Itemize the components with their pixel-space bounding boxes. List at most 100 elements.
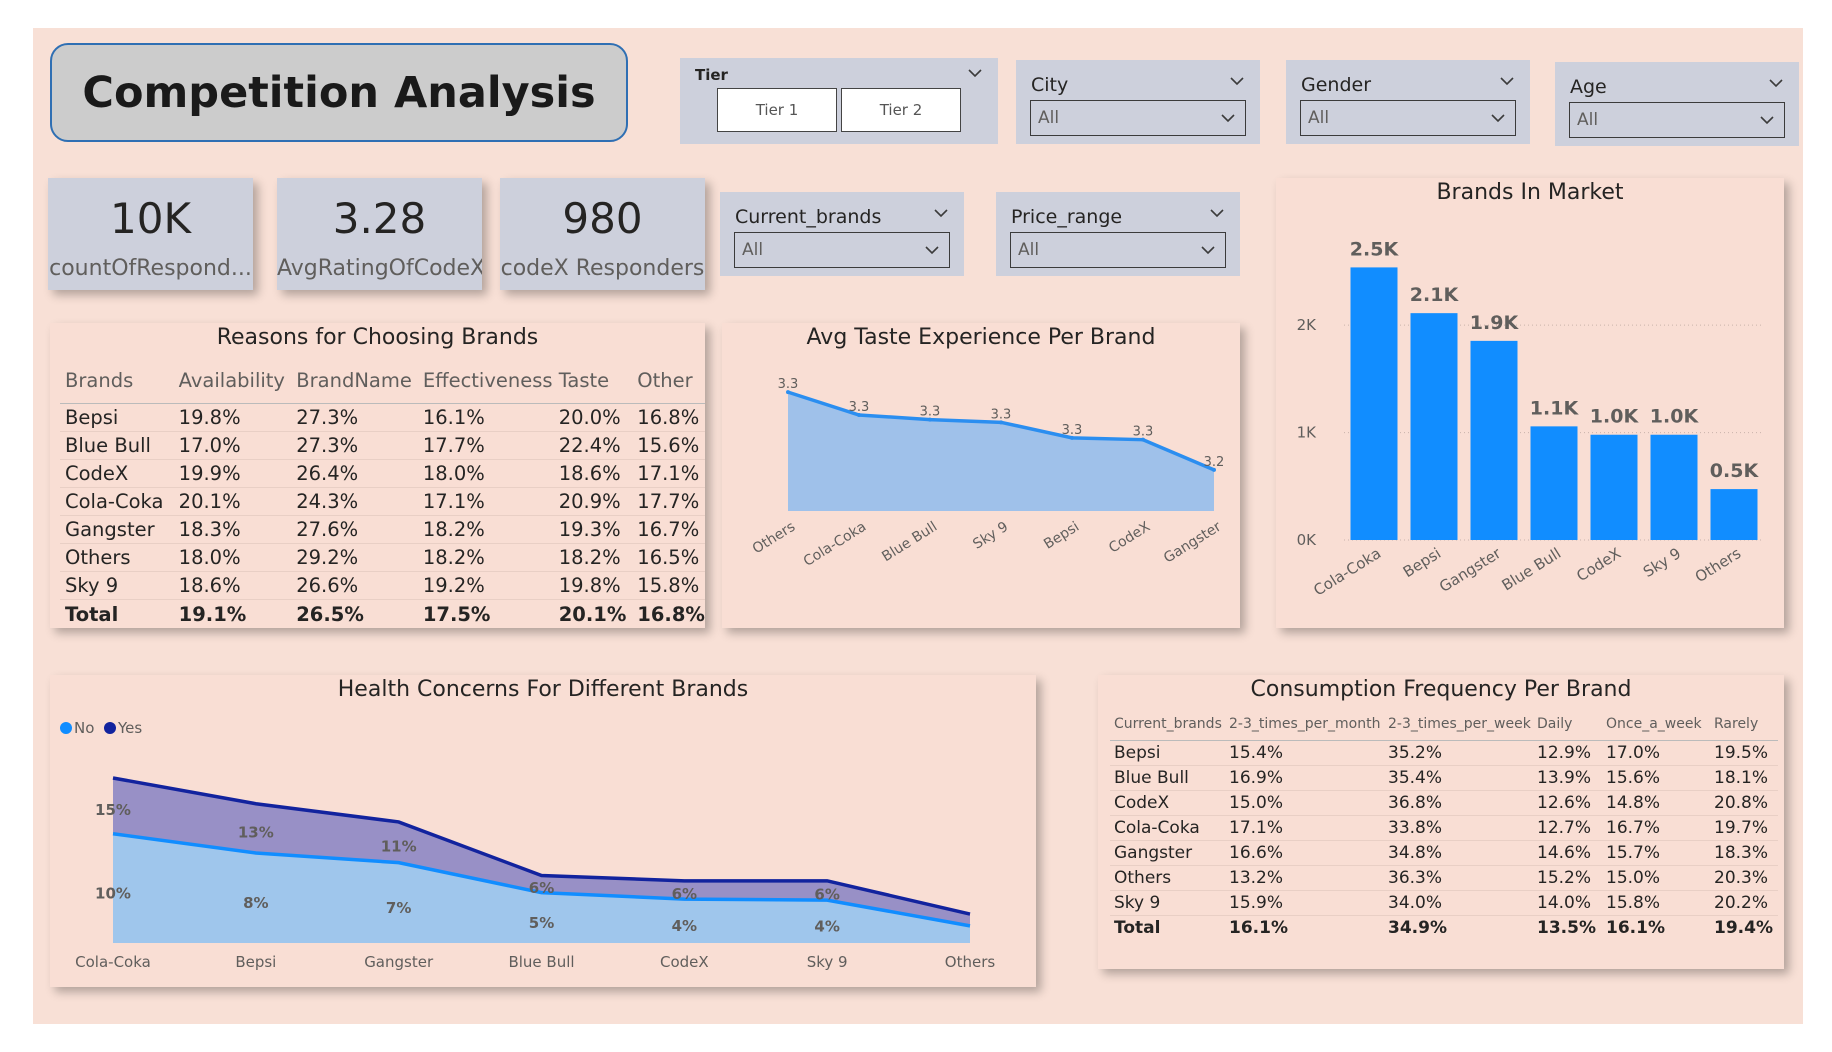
chevron-down-icon[interactable] [1228,72,1246,90]
x-tick-label: Others [750,519,798,557]
table-row[interactable]: Cola-Coka 20.1% 24.3% 17.1% 20.9% 17.7% [60,487,705,516]
column-header[interactable]: Taste [553,357,633,404]
table-cell: 16.7% [1602,815,1710,841]
legend-marker-yes [104,722,116,734]
kpi-value: 10K [110,194,191,243]
table-row[interactable]: Others 18.0% 29.2% 18.2% 18.2% 16.5% [60,543,705,572]
price-range-dropdown[interactable]: All [1010,232,1226,268]
table-row[interactable]: Gangster 18.3% 27.6% 18.2% 19.3% 16.7% [60,515,705,544]
market-chart: 0K 1K 2K 2.5K Cola-Coka 2.1K Bepsi 1.9K Gangster… [1297,238,1764,600]
column-header[interactable]: Other [632,357,705,404]
column-header[interactable]: Once_a_week [1602,707,1710,741]
table-row[interactable]: CodeX 19.9% 26.4% 18.0% 18.6% 17.1% [60,459,705,488]
taste-chart: 3.3 Others 3.3 Cola-Coka 3.3 Blue Bull 3.3 Sky … [750,377,1225,570]
bar [1350,267,1398,540]
kpi-card-respondents: 10K countOfRespond... [48,178,253,290]
table-cell: 34.8% [1384,840,1533,866]
table-row[interactable]: Others 13.2% 36.3% 15.2% 15.0% 20.3% [1110,865,1778,891]
data-label: 11% [381,837,417,855]
table-cell: 19.8% [173,403,292,432]
column-header[interactable]: Effectiveness [417,357,554,404]
chevron-down-icon [1201,246,1215,255]
legend-marker-no [60,722,72,734]
column-header[interactable]: Brands [60,357,174,404]
tier-option-1[interactable]: Tier 1 [717,88,837,132]
current-brands-dropdown[interactable]: All [734,232,950,268]
chevron-down-icon[interactable] [966,64,984,82]
table-cell: 15.9% [1225,890,1384,916]
market-chart-card: Brands In Market 0K 1K 2K 2.5K Cola-Coka 2.1K… [1276,178,1784,628]
table-cell: 26.4% [291,459,418,488]
y-tick-label: 2K [1297,316,1318,334]
column-header[interactable]: Availability [173,357,292,404]
x-tick-label: Others [945,953,996,971]
table-row[interactable]: Sky 9 18.6% 26.6% 19.2% 19.8% 15.8% [60,571,705,600]
kpi-caption: countOfRespond... [49,256,252,281]
data-label: 4% [672,917,697,935]
data-label: 5% [529,914,554,932]
table-cell: 18.2% [417,515,554,544]
table-cell: 12.6% [1533,790,1602,816]
column-header[interactable]: Rarely [1710,707,1778,741]
table-row[interactable]: Cola-Coka 17.1% 33.8% 12.7% 16.7% 19.7% [1110,815,1778,841]
table-row[interactable]: Sky 9 15.9% 34.0% 14.0% 15.8% 20.2% [1110,890,1778,916]
table-cell: 20.8% [1710,790,1778,816]
city-dropdown[interactable]: All [1030,100,1246,136]
table-cell: 19.1% [173,599,292,628]
table-cell: 20.9% [553,487,633,516]
table-cell: 18.3% [1710,840,1778,866]
table-cell: 19.3% [553,515,633,544]
table-cell: 20.1% [553,599,633,628]
table-cell: 36.3% [1384,865,1533,891]
x-tick-label: Cola-Coka [1310,544,1384,599]
table-cell: 17.7% [632,487,705,516]
x-tick-label: Sky 9 [1640,544,1684,581]
age-dropdown[interactable]: All [1569,102,1785,138]
gender-slicer-label: Gender [1301,74,1372,96]
table-cell: 35.2% [1384,740,1533,766]
chevron-down-icon[interactable] [932,204,950,222]
table-cell: Bepsi [1110,740,1225,766]
table-row[interactable]: Blue Bull 17.0% 27.3% 17.7% 22.4% 15.6% [60,431,705,460]
taste-chart-card: Avg Taste Experience Per Brand 3.3 Others… [722,323,1240,628]
table-row[interactable]: Bepsi 15.4% 35.2% 12.9% 17.0% 19.5% [1110,740,1778,766]
table-cell: Blue Bull [60,431,174,460]
price-range-slicer-label: Price_range [1011,206,1123,228]
column-header[interactable]: 2-3_times_per_month [1225,707,1384,741]
table-cell: 12.7% [1533,815,1602,841]
tier-option-2[interactable]: Tier 2 [841,88,961,132]
kpi-card-codex-responders: 980 codeX Responders [500,178,705,290]
column-header[interactable]: BrandName [291,357,418,404]
current-brands-dropdown-value: All [742,240,764,260]
kpi-caption: AvgRatingOfCodeX [277,256,482,281]
table-cell: 15.7% [1602,840,1710,866]
column-header[interactable]: 2-3_times_per_week [1384,707,1533,741]
column-header[interactable]: Daily [1533,707,1602,741]
table-cell: Gangster [60,515,174,544]
table-row[interactable]: Blue Bull 16.9% 35.4% 13.9% 15.6% 18.1% [1110,765,1778,791]
data-label: 0.5K [1710,460,1760,482]
chevron-down-icon[interactable] [1208,204,1226,222]
table-cell: 15.0% [1225,790,1384,816]
chevron-down-icon[interactable] [1498,72,1516,90]
reasons-table-title: Reasons for Choosing Brands [216,325,539,350]
column-header[interactable]: Current_brands [1110,707,1225,741]
table-row[interactable]: CodeX 15.0% 36.8% 12.6% 14.8% 20.8% [1110,790,1778,816]
kpi-value: 980 [562,194,643,243]
bar [1590,434,1638,540]
chevron-down-icon[interactable] [1767,74,1785,92]
current-brands-slicer: Current_brands All [720,192,964,276]
table-cell: 36.8% [1384,790,1533,816]
table-cell: 26.5% [291,599,418,628]
x-tick-label: Blue Bull [1499,544,1565,594]
table-row[interactable]: Bepsi 19.8% 27.3% 16.1% 20.0% 16.8% [60,403,705,432]
city-slicer: City All [1016,60,1260,144]
table-cell: Others [60,543,174,572]
gender-dropdown[interactable]: All [1300,100,1516,136]
x-tick-label: Bepsi [235,953,276,971]
table-row[interactable]: Gangster 16.6% 34.8% 14.6% 15.7% 18.3% [1110,840,1778,866]
table-cell: 17.7% [417,431,554,460]
tier-option-2-label: Tier 2 [879,101,923,119]
table-cell: 20.2% [1710,890,1778,916]
table-cell: 17.0% [1602,740,1710,766]
